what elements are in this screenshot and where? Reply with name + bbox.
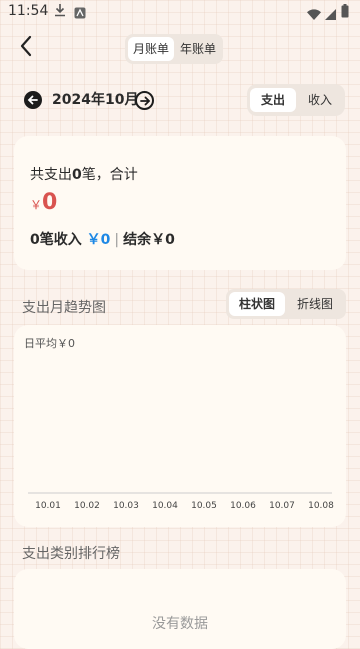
tab-income[interactable]: 收入 xyxy=(297,88,343,112)
summary-suffix: 笔，合计 xyxy=(81,167,138,183)
download-icon xyxy=(54,3,66,20)
trend-chart-card: 日平均￥0 10.01 10.02 10.03 10.04 10.05 10.06 10.0… xyxy=(14,325,346,527)
income-amount: ￥0 xyxy=(86,232,111,248)
expense-count: 0 xyxy=(72,167,82,183)
x-tick-label: 10.07 xyxy=(269,501,295,511)
expense-summary: 共支出0笔，合计 xyxy=(30,164,138,184)
empty-state-text: 没有数据 xyxy=(152,616,208,632)
expense-amount: 0 xyxy=(42,190,58,215)
x-tick-label: 10.08 xyxy=(308,501,334,511)
tab-monthly-bill[interactable]: 月账单 xyxy=(128,37,174,61)
arrow-left-icon xyxy=(27,95,38,105)
type-tabs: 支出 收入 xyxy=(247,84,345,116)
currency-symbol: ￥ xyxy=(30,198,43,212)
month-label[interactable]: 2024年10月 xyxy=(52,91,138,109)
app-notification-icon xyxy=(74,4,86,23)
trend-title: 支出月趋势图 xyxy=(22,300,106,316)
prev-month-button[interactable] xyxy=(24,91,42,109)
ranking-card: 没有数据 xyxy=(14,569,346,649)
expense-total: ￥0 xyxy=(30,190,57,215)
income-balance-line: 0笔收入 ￥0 | 结余￥0 xyxy=(30,229,175,249)
income-count: 0笔收入 xyxy=(30,232,82,248)
balance: 结余￥0 xyxy=(123,232,175,248)
status-time: 11:54 xyxy=(8,3,49,19)
divider: | xyxy=(114,232,120,248)
chevron-left-icon xyxy=(20,35,32,57)
trend-chart: 10.01 10.02 10.03 10.04 10.05 10.06 10.07 10.08 xyxy=(28,492,334,511)
battery-icon xyxy=(341,3,349,22)
arrow-right-icon xyxy=(139,96,150,105)
tab-yearly-bill[interactable]: 年账单 xyxy=(175,37,221,61)
back-button[interactable] xyxy=(14,32,40,60)
bill-period-tabs: 月账单 年账单 xyxy=(125,34,223,64)
x-tick-label: 10.04 xyxy=(152,501,178,511)
wifi-icon xyxy=(307,5,321,24)
tab-line-chart[interactable]: 折线图 xyxy=(287,292,343,316)
chart-type-tabs: 柱状图 折线图 xyxy=(226,289,346,319)
ranking-title: 支出类别排行榜 xyxy=(22,546,120,562)
x-tick-label: 10.06 xyxy=(230,501,256,511)
tab-bar-chart[interactable]: 柱状图 xyxy=(229,292,285,316)
x-tick-label: 10.03 xyxy=(113,501,139,511)
x-tick-label: 10.05 xyxy=(191,501,217,511)
summary-card: 共支出0笔，合计 ￥0 0笔收入 ￥0 | 结余￥0 xyxy=(14,136,346,270)
tab-expense[interactable]: 支出 xyxy=(250,88,296,112)
next-month-button[interactable] xyxy=(135,91,154,110)
signal-icon xyxy=(325,5,336,24)
x-tick-label: 10.01 xyxy=(35,501,61,511)
summary-prefix: 共支出 xyxy=(30,167,72,183)
x-tick-label: 10.02 xyxy=(74,501,100,511)
